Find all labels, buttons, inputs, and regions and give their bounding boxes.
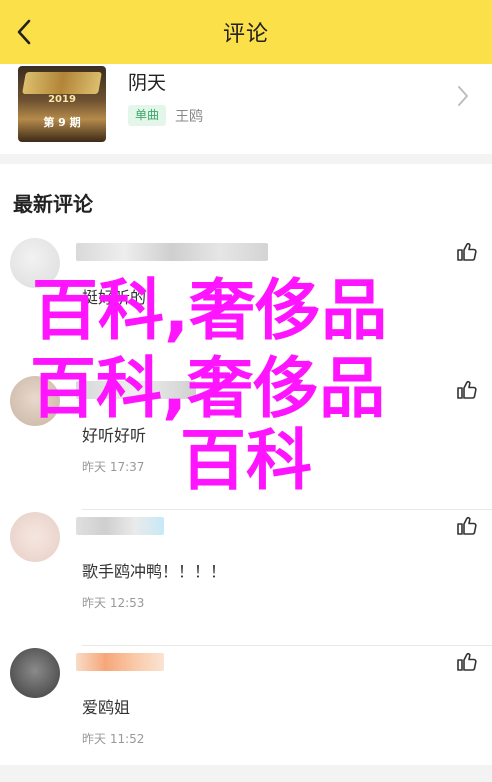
album-cover: 2019 第 9 期 [18, 66, 106, 142]
comments-section: 最新评论 挺好听的 好听好听 昨天 17:37 歌手鸥冲鸭！！！！ 昨天 12:… [0, 164, 492, 765]
divider [82, 509, 492, 510]
thumb-up-icon[interactable] [455, 650, 479, 674]
comment-item: 挺好听的 [0, 238, 492, 372]
comment-item: 爱鸥姐 昨天 11:52 [0, 648, 492, 782]
chevron-right-icon [458, 86, 468, 106]
comment-item: 歌手鸥冲鸭！！！！ 昨天 12:53 [0, 512, 492, 646]
comment-time: 昨天 11:52 [82, 732, 145, 746]
comment-time: 昨天 17:37 [82, 460, 145, 474]
comment-text: 挺好听的 [82, 288, 147, 307]
song-title: 阴天 [128, 72, 167, 94]
comment-item: 好听好听 昨天 17:37 [0, 376, 492, 510]
cover-logo [22, 72, 102, 94]
comment-time: 昨天 12:53 [82, 596, 145, 610]
thumb-up-icon[interactable] [455, 514, 479, 538]
section-title: 最新评论 [13, 192, 93, 216]
comment-text: 爱鸥姐 [82, 698, 131, 717]
page-title: 评论 [222, 22, 269, 47]
username-blurred[interactable] [76, 517, 164, 535]
comment-text: 好听好听 [82, 426, 147, 445]
avatar[interactable] [10, 512, 60, 562]
username-blurred[interactable] [76, 381, 196, 399]
song-type-badge: 单曲 [128, 105, 167, 126]
artist-name[interactable]: 王鸥 [175, 106, 203, 126]
song-card[interactable]: 2019 第 9 期 阴天 单曲 王鸥 [0, 64, 492, 154]
cover-episode: 第 9 期 [43, 116, 81, 129]
chevron-left-icon [17, 19, 31, 45]
comment-text: 歌手鸥冲鸭！！！！ [82, 562, 227, 581]
username-blurred[interactable] [76, 653, 164, 671]
divider [82, 645, 492, 646]
back-button[interactable] [4, 12, 44, 52]
avatar[interactable] [10, 376, 60, 426]
avatar[interactable] [10, 648, 60, 698]
avatar[interactable] [10, 238, 60, 288]
thumb-up-icon[interactable] [455, 240, 479, 264]
thumb-up-icon[interactable] [455, 378, 479, 402]
top-bar: 评论 [0, 0, 492, 64]
cover-year: 2019 [48, 94, 76, 105]
username-blurred[interactable] [76, 243, 268, 261]
